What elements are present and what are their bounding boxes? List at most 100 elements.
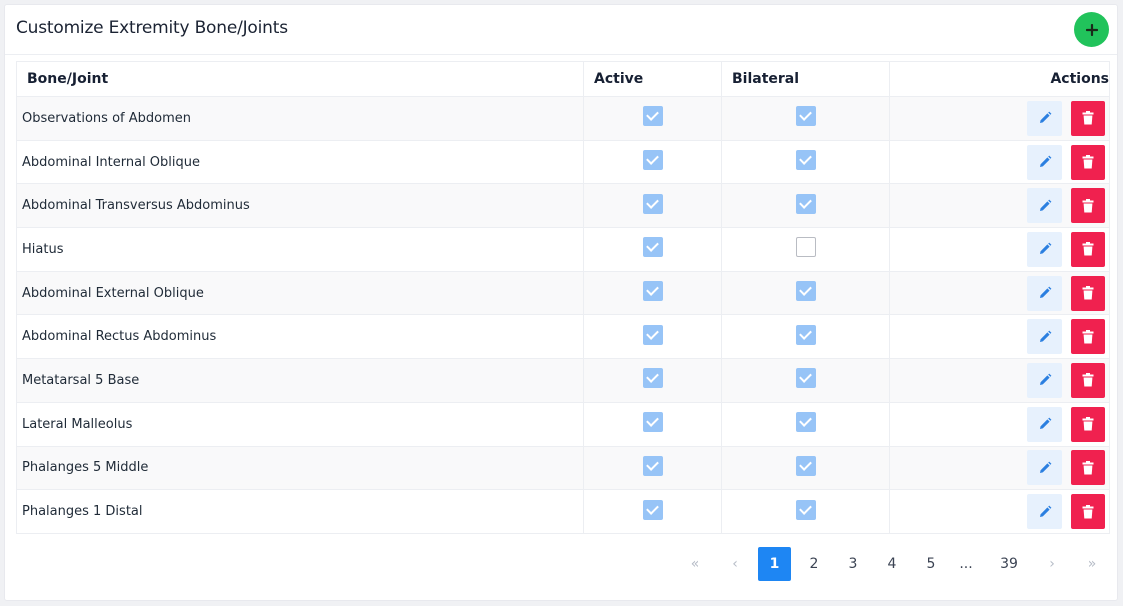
delete-button[interactable] — [1071, 231, 1105, 267]
active-cell — [583, 96, 722, 141]
table-row: Abdominal External Oblique — [16, 271, 1110, 316]
table-row: Abdominal Transversus Abdominus — [16, 183, 1110, 229]
page-ellipsis: ... — [959, 556, 973, 572]
bilateral-checkbox[interactable] — [795, 499, 816, 520]
active-checkbox[interactable] — [642, 193, 663, 214]
bilateral-checkbox[interactable] — [795, 106, 816, 127]
table-row: Abdominal Rectus Abdominus — [16, 314, 1110, 360]
next-page-button[interactable]: › — [1040, 547, 1064, 581]
active-checkbox[interactable] — [642, 499, 663, 520]
pencil-icon — [1039, 374, 1051, 386]
active-cell — [583, 227, 722, 272]
active-checkbox[interactable] — [642, 368, 663, 389]
column-header-active[interactable]: Active — [583, 61, 722, 97]
page-4[interactable]: 4 — [876, 547, 908, 581]
actions-cell — [889, 358, 1110, 403]
edit-button[interactable] — [1027, 450, 1062, 486]
table-row: Metatarsal 5 Base — [16, 358, 1110, 403]
edit-button[interactable] — [1027, 319, 1062, 355]
edit-button[interactable] — [1027, 144, 1062, 180]
add-button[interactable] — [1074, 12, 1109, 47]
delete-button[interactable] — [1071, 144, 1105, 180]
page-2[interactable]: 2 — [798, 547, 830, 581]
delete-button[interactable] — [1071, 406, 1105, 442]
column-header-name[interactable]: Bone/Joint — [16, 61, 584, 97]
prev-page-button[interactable]: ‹ — [723, 547, 747, 581]
bilateral-checkbox[interactable] — [795, 150, 816, 171]
active-cell — [583, 402, 722, 447]
table-row: Hiatus — [16, 227, 1110, 272]
page-title: Customize Extremity Bone/Joints — [16, 18, 288, 38]
bone-joint-name: Phalanges 1 Distal — [16, 489, 584, 534]
edit-button[interactable] — [1027, 406, 1062, 442]
delete-button[interactable] — [1071, 319, 1105, 355]
active-checkbox[interactable] — [642, 455, 663, 476]
page-5[interactable]: 5 — [915, 547, 947, 581]
actions-cell — [889, 446, 1110, 491]
delete-button[interactable] — [1071, 362, 1105, 398]
edit-button[interactable] — [1027, 188, 1062, 224]
card-header: Customize Extremity Bone/Joints — [5, 5, 1117, 55]
trash-icon — [1082, 460, 1094, 475]
bilateral-checkbox[interactable] — [795, 324, 816, 345]
active-checkbox[interactable] — [642, 324, 663, 345]
active-checkbox[interactable] — [642, 106, 663, 127]
edit-button[interactable] — [1027, 494, 1062, 530]
row-actions — [890, 406, 1109, 442]
page-1[interactable]: 1 — [758, 547, 791, 581]
pagination: « ‹ 1 2 3 4 5... 39 › » — [5, 547, 1117, 581]
edit-button[interactable] — [1027, 231, 1062, 267]
bilateral-checkbox[interactable] — [795, 412, 816, 433]
active-checkbox[interactable] — [642, 237, 663, 258]
table-row: Phalanges 5 Middle — [16, 446, 1110, 491]
bilateral-cell — [721, 271, 890, 316]
active-cell — [583, 446, 722, 491]
bilateral-checkbox[interactable] — [795, 281, 816, 302]
bilateral-checkbox[interactable] — [795, 368, 816, 389]
pencil-icon — [1039, 111, 1051, 124]
actions-cell — [889, 227, 1110, 272]
pencil-icon — [1039, 155, 1051, 168]
delete-button[interactable] — [1071, 494, 1105, 530]
column-header-bilateral[interactable]: Bilateral — [721, 61, 890, 97]
page-39[interactable]: 39 — [990, 547, 1028, 581]
bilateral-cell — [721, 227, 890, 272]
pencil-icon — [1039, 286, 1051, 299]
row-actions — [890, 275, 1109, 311]
delete-button[interactable] — [1071, 100, 1105, 136]
last-page-button[interactable]: » — [1080, 547, 1104, 581]
bilateral-cell — [721, 446, 890, 491]
table-row: Phalanges 1 Distal — [16, 489, 1110, 534]
bone-joint-name: Abdominal Transversus Abdominus — [16, 183, 584, 229]
trash-icon — [1082, 373, 1094, 387]
bilateral-checkbox[interactable] — [795, 237, 816, 258]
actions-cell — [889, 96, 1110, 141]
trash-icon — [1082, 504, 1094, 519]
bilateral-checkbox[interactable] — [795, 455, 816, 476]
table-row: Abdominal Internal Oblique — [16, 140, 1110, 185]
edit-button[interactable] — [1027, 275, 1062, 311]
active-checkbox[interactable] — [642, 150, 663, 171]
pencil-icon — [1039, 505, 1051, 517]
delete-button[interactable] — [1071, 275, 1105, 311]
bilateral-checkbox[interactable] — [795, 193, 816, 214]
card: Customize Extremity Bone/Joints Bone/Joi… — [4, 4, 1118, 601]
delete-button[interactable] — [1071, 188, 1105, 224]
edit-button[interactable] — [1027, 362, 1062, 398]
active-checkbox[interactable] — [642, 281, 663, 302]
bone-joint-name: Metatarsal 5 Base — [16, 358, 584, 403]
row-actions — [890, 231, 1109, 267]
bone-joint-name: Observations of Abdomen — [16, 96, 584, 141]
trash-icon — [1082, 155, 1094, 169]
table-row: Lateral Malleolus — [16, 402, 1110, 447]
bone-joint-name: Hiatus — [16, 227, 584, 272]
active-checkbox[interactable] — [642, 412, 663, 433]
column-header-actions: Actions — [889, 61, 1110, 97]
first-page-button[interactable]: « — [683, 547, 707, 581]
row-actions — [890, 319, 1109, 355]
page-3[interactable]: 3 — [837, 547, 869, 581]
edit-button[interactable] — [1027, 100, 1062, 136]
plus-icon — [1085, 23, 1098, 36]
delete-button[interactable] — [1071, 450, 1105, 486]
active-cell — [583, 358, 722, 403]
